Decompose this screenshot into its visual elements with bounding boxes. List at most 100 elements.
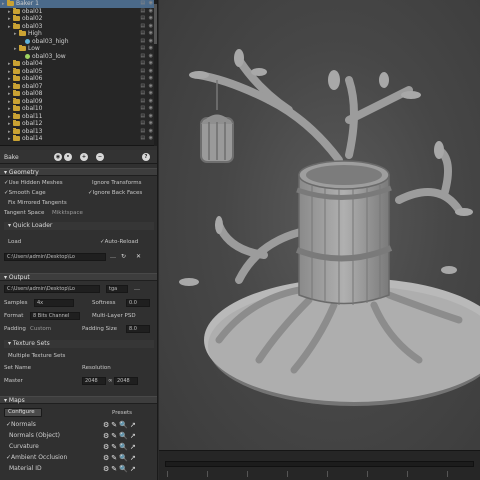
clear-icon[interactable]: ✕ bbox=[136, 253, 141, 261]
map-checkbox[interactable]: Curvature bbox=[6, 442, 39, 452]
visibility-icon[interactable]: ▤ ◉ bbox=[140, 23, 154, 31]
visibility-icon[interactable]: ▤ ◉ bbox=[140, 60, 154, 68]
softness-input[interactable]: 0.0 bbox=[126, 299, 150, 307]
quick-loader-path-field[interactable]: C:\Users\admin\Desktop\Lo bbox=[4, 253, 106, 261]
configure-button[interactable]: Configure bbox=[4, 408, 42, 417]
multiple-texture-sets-checkbox[interactable]: Multiple Texture Sets bbox=[8, 352, 65, 360]
map-row[interactable]: Normals (Object) ⚙✎🔍↗ bbox=[0, 431, 157, 441]
map-row[interactable]: ✓Normals ⚙✎🔍↗ bbox=[0, 420, 157, 430]
tree-row[interactable]: ▸ obal03 ▤ ◉ bbox=[0, 22, 157, 31]
tree-row[interactable]: ▸ obal01 ▤ ◉ bbox=[0, 7, 157, 16]
visibility-icon[interactable]: ▤ ◉ bbox=[140, 15, 154, 23]
visibility-icon[interactable]: ▤ ◉ bbox=[140, 113, 154, 121]
texture-sets-title: Texture Sets bbox=[12, 340, 50, 347]
padding-dropdown[interactable]: Custom bbox=[30, 325, 51, 333]
tree-row[interactable]: obal03_high ▤ ◉ bbox=[0, 38, 157, 46]
format-dropdown[interactable]: 8 Bits Channel bbox=[30, 312, 80, 320]
padding-size-input[interactable]: 8.0 bbox=[126, 325, 150, 333]
map-tools-icon[interactable]: ⚙✎🔍↗ bbox=[103, 464, 138, 474]
visibility-icon[interactable]: ▤ ◉ bbox=[140, 98, 154, 106]
tree-row[interactable]: ▸ obal05 ▤ ◉ bbox=[0, 67, 157, 76]
tree-row[interactable]: obal03_low ▤ ◉ bbox=[0, 53, 157, 61]
baker-panel: ▸ Baker 1 ▤ ◉ ▸ obal01 ▤ ◉ ▸ obal02 ▤ ◉ ▸ obal03 ▤ … bbox=[0, 0, 158, 480]
map-tools-icon[interactable]: ⚙✎🔍↗ bbox=[103, 431, 138, 441]
tree-row[interactable]: ▸ obal10 ▤ ◉ bbox=[0, 105, 157, 113]
resolution-width-input[interactable]: 2048 bbox=[82, 377, 106, 385]
folder-icon bbox=[13, 97, 20, 104]
reload-icon[interactable]: ↻ bbox=[121, 253, 126, 261]
fix-mirrored-tangents-checkbox[interactable]: Fix Mirrored Tangents bbox=[8, 199, 67, 207]
tree-scrollbar[interactable] bbox=[154, 0, 157, 146]
output-section-header[interactable]: ▾ Output bbox=[0, 273, 157, 281]
map-checkbox[interactable]: Normals (Object) bbox=[6, 431, 60, 441]
geometry-section-header[interactable]: ▾ Geometry bbox=[0, 168, 157, 176]
visibility-icon[interactable]: ▤ ◉ bbox=[140, 120, 154, 128]
res-link-icon[interactable]: ∞ bbox=[108, 377, 113, 385]
visibility-icon[interactable]: ▤ ◉ bbox=[140, 30, 154, 38]
folder-icon bbox=[13, 112, 20, 119]
visibility-icon[interactable]: ▤ ◉ bbox=[140, 38, 154, 46]
auto-reload-checkbox[interactable]: ✓Auto-Reload bbox=[100, 238, 138, 246]
tree-row[interactable]: ▸ obal14 ▤ ◉ bbox=[0, 135, 157, 143]
visibility-icon[interactable]: ▤ ◉ bbox=[140, 135, 154, 143]
timeline-bar[interactable] bbox=[159, 450, 480, 480]
texture-sets-header[interactable]: ▾ Texture Sets bbox=[4, 340, 154, 348]
tree-row[interactable]: ▸ obal04 ▤ ◉ bbox=[0, 60, 157, 68]
tangent-space-dropdown[interactable]: Mikktspace bbox=[52, 209, 83, 217]
map-row[interactable]: Curvature ⚙✎🔍↗ bbox=[0, 442, 157, 452]
tree-row[interactable]: ▸ obal11 ▤ ◉ bbox=[0, 112, 157, 121]
output-browse-icon[interactable]: … bbox=[134, 285, 140, 293]
tree-scrollbar-thumb[interactable] bbox=[154, 4, 157, 44]
visibility-icon[interactable]: ▤ ◉ bbox=[140, 75, 154, 83]
tree-row[interactable]: ▸ Low ▤ ◉ bbox=[0, 45, 157, 53]
quick-loader-header[interactable]: ▾ Quick Loader bbox=[4, 222, 154, 230]
bake-options-icon[interactable]: ◉ bbox=[54, 153, 62, 161]
tree-row[interactable]: ▸ obal06 ▤ ◉ bbox=[0, 75, 157, 83]
mesh-icon bbox=[25, 38, 30, 44]
map-row[interactable]: Material ID ⚙✎🔍↗ bbox=[0, 464, 157, 474]
ignore-back-faces-checkbox[interactable]: ✓Ignore Back Faces bbox=[88, 189, 142, 197]
timeline-track[interactable] bbox=[165, 461, 474, 467]
load-button[interactable]: Load bbox=[8, 238, 21, 246]
smooth-cage-checkbox[interactable]: ✓Smooth Cage bbox=[4, 189, 46, 197]
visibility-icon[interactable]: ▤ ◉ bbox=[140, 45, 154, 53]
visibility-icon[interactable]: ▤ ◉ bbox=[140, 128, 154, 136]
remove-baker-icon[interactable]: − bbox=[96, 153, 104, 161]
visibility-icon[interactable]: ▤ ◉ bbox=[140, 68, 154, 76]
map-tools-icon[interactable]: ⚙✎🔍↗ bbox=[103, 453, 138, 463]
bake-settings-icon[interactable]: • bbox=[64, 153, 72, 161]
tree-row[interactable]: ▸ High ▤ ◉ bbox=[0, 30, 157, 38]
visibility-icon[interactable]: ▤ ◉ bbox=[140, 105, 154, 113]
map-tools-icon[interactable]: ⚙✎🔍↗ bbox=[103, 442, 138, 452]
barrel bbox=[295, 160, 393, 305]
tree-row[interactable]: ▸ obal09 ▤ ◉ bbox=[0, 97, 157, 106]
map-checkbox[interactable]: Material ID bbox=[6, 464, 42, 474]
resolution-height-input[interactable]: 2048 bbox=[114, 377, 138, 385]
ignore-transforms-checkbox[interactable]: Ignore Transforms bbox=[92, 179, 141, 187]
map-tools-icon[interactable]: ⚙✎🔍↗ bbox=[103, 420, 138, 430]
visibility-icon[interactable]: ▤ ◉ bbox=[140, 83, 154, 91]
output-path-field[interactable]: C:\Users\admin\Desktop\Lo bbox=[4, 285, 100, 293]
map-checkbox[interactable]: ✓Ambient Occlusion bbox=[6, 453, 67, 463]
map-checkbox[interactable]: ✓Normals bbox=[6, 420, 36, 430]
multi-layer-psd-checkbox[interactable]: Multi-Layer PSD bbox=[92, 312, 136, 320]
visibility-icon[interactable]: ▤ ◉ bbox=[140, 8, 154, 16]
tree-row[interactable]: ▸ obal08 ▤ ◉ bbox=[0, 90, 157, 98]
tree-row[interactable]: ▸ obal07 ▤ ◉ bbox=[0, 82, 157, 91]
map-row[interactable]: ✓Ambient Occlusion ⚙✎🔍↗ bbox=[0, 453, 157, 463]
visibility-icon[interactable]: ▤ ◉ bbox=[140, 53, 154, 61]
output-format-dropdown[interactable]: tga bbox=[106, 285, 128, 293]
browse-icon[interactable]: … bbox=[110, 253, 116, 261]
maps-section-header[interactable]: ▾ Maps bbox=[0, 396, 157, 404]
use-hidden-meshes-checkbox[interactable]: ✓Use Hidden Meshes bbox=[4, 179, 63, 187]
visibility-icon[interactable]: ▤ ◉ bbox=[140, 90, 154, 98]
tree-row[interactable]: ▸ obal12 ▤ ◉ bbox=[0, 120, 157, 128]
tree-row[interactable]: ▸ obal02 ▤ ◉ bbox=[0, 15, 157, 23]
3d-viewport[interactable] bbox=[159, 0, 480, 480]
tree-row[interactable]: ▸ Baker 1 ▤ ◉ bbox=[0, 0, 157, 8]
tree-row[interactable]: ▸ obal13 ▤ ◉ bbox=[0, 127, 157, 136]
add-baker-icon[interactable]: + bbox=[80, 153, 88, 161]
help-icon[interactable]: ? bbox=[142, 153, 150, 161]
visibility-icon[interactable]: ▤ ◉ bbox=[140, 0, 154, 8]
samples-dropdown[interactable]: 4x bbox=[34, 299, 74, 307]
